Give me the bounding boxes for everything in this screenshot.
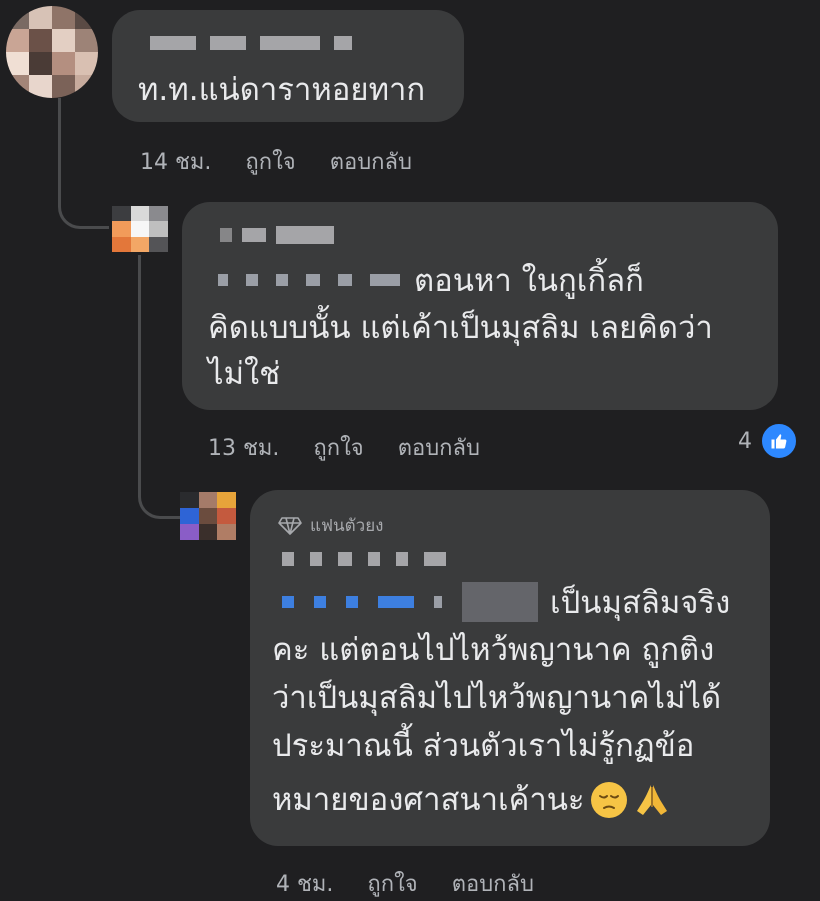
- thread-connector-reply-2: [138, 478, 181, 519]
- like-reaction-icon: [760, 422, 798, 460]
- comment-text: ไม่ใช่: [208, 356, 281, 392]
- redacted-mention[interactable]: [282, 582, 538, 622]
- folded-hands-emoji-icon: [633, 781, 671, 819]
- comment-bubble: แฟนตัวยง เป็นมุสลิมจริง คะ แต่ตอนไปไหว้พ…: [250, 490, 770, 846]
- reaction-count: 4: [738, 428, 752, 454]
- comment-text: คะ แต่ตอนไปไหว้พญานาค ถูกติง: [272, 632, 715, 668]
- comment-text: เป็นมุสลิมจริง: [550, 585, 731, 621]
- author-name-redacted[interactable]: [220, 226, 334, 244]
- comment-text: ว่าเป็นมุสลิมไปไหว้พญานาคไม่ได้: [272, 680, 722, 716]
- redacted-mention[interactable]: [218, 274, 400, 286]
- comment-text: ตอนหา ในกูเกิ้ลก็: [414, 263, 644, 299]
- author-name-redacted[interactable]: [282, 552, 446, 566]
- thread-line-reply: [138, 255, 141, 487]
- comment-time: 13 ชม.: [208, 436, 280, 461]
- top-fan-badge: แฟนตัวยง: [278, 512, 383, 539]
- comment-actions: 14 ชม. ถูกใจ ตอบกลับ: [140, 144, 412, 179]
- avatar[interactable]: [112, 206, 168, 252]
- comment-text: ประมาณนี้ ส่วนตัวเราไม่รู้กฏข้อ: [272, 728, 695, 764]
- like-button[interactable]: ถูกใจ: [313, 430, 363, 465]
- comment-bubble: ท.ท.แน่ดาราหอยทาก: [112, 10, 464, 122]
- comment-line-1: ตอนหา ในกูเกิ้ลก็: [218, 256, 644, 304]
- reaction-summary[interactable]: 4: [738, 422, 798, 460]
- badge-label: แฟนตัวยง: [310, 516, 384, 536]
- diamond-icon: [278, 516, 302, 535]
- author-name-redacted[interactable]: [150, 36, 352, 50]
- comment-text: ท.ท.แน่ดาราหอยทาก: [138, 72, 426, 108]
- comment-line-5: หมายของศาสนาเค้านะ: [272, 776, 671, 824]
- avatar[interactable]: [6, 6, 98, 98]
- comment-bubble: ตอนหา ในกูเกิ้ลก็ คิดแบบนั้น แต่เค้าเป็น…: [182, 202, 778, 410]
- like-button[interactable]: ถูกใจ: [245, 144, 295, 179]
- comment-actions: 13 ชม. ถูกใจ ตอบกลับ: [208, 430, 480, 465]
- thread-connector-reply-1: [58, 190, 109, 229]
- thread-line-main: [58, 98, 61, 198]
- pensive-face-emoji-icon: [590, 782, 627, 818]
- avatar[interactable]: [180, 492, 236, 540]
- comment-time: 14 ชม.: [140, 150, 212, 175]
- comment-actions: 4 ชม. ถูกใจ ตอบกลับ: [276, 866, 534, 901]
- reply-button[interactable]: ตอบกลับ: [398, 430, 480, 465]
- comment-time: 4 ชม.: [276, 872, 334, 897]
- like-button[interactable]: ถูกใจ: [367, 866, 417, 901]
- comment-text: หมายของศาสนาเค้านะ: [272, 782, 585, 818]
- reply-button[interactable]: ตอบกลับ: [330, 144, 412, 179]
- comment-line-1: เป็นมุสลิมจริง: [282, 578, 730, 626]
- reply-button[interactable]: ตอบกลับ: [452, 866, 534, 901]
- comment-text: คิดแบบนั้น แต่เค้าเป็นมุสลิม เลยคิดว่า: [208, 310, 713, 346]
